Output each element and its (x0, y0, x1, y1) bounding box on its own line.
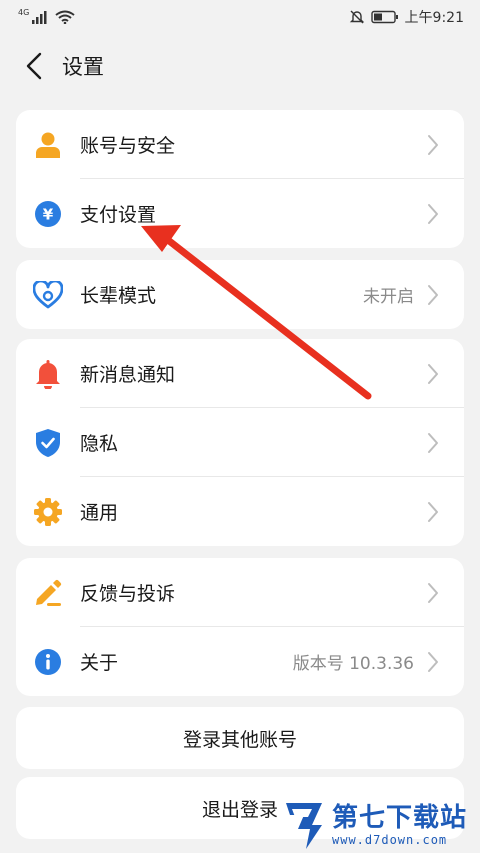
elder-mode-item[interactable]: 长辈模式 未开启 (16, 260, 464, 329)
watermark: 第七下载站 www.d7down.com (282, 796, 480, 853)
about-label: 关于 (80, 652, 119, 674)
switch-account-card: 登录其他账号 (16, 707, 464, 769)
yuan-icon: ¥ (35, 200, 61, 227)
svg-text:¥: ¥ (43, 205, 54, 223)
back-button[interactable] (14, 44, 54, 88)
payment-settings-item[interactable]: ¥ 支付设置 (16, 179, 464, 248)
mute-bell-icon (349, 10, 364, 24)
time-prefix: 上午 (404, 10, 433, 26)
network-type: 4G (18, 7, 30, 17)
settings-group-elder: 长辈模式 未开启 (16, 260, 464, 329)
account-security-item[interactable]: 账号与安全 (16, 110, 464, 179)
settings-group-general: 新消息通知 隐私 通用 (16, 339, 464, 546)
settings-group-support: 反馈与投诉 关于 版本号 10.3.36 (16, 558, 464, 696)
settings-group-account: 账号与安全 ¥ 支付设置 (16, 110, 464, 248)
account-security-label: 账号与安全 (80, 135, 176, 157)
battery-icon (370, 10, 398, 24)
top-bar: 设置 (0, 40, 480, 92)
heart-icon (33, 280, 63, 308)
chevron-right-icon (428, 432, 438, 453)
version-number: 版本号 10.3.36 (292, 654, 414, 674)
payment-settings-label: 支付设置 (80, 204, 157, 226)
general-label: 通用 (80, 502, 119, 524)
chevron-right-icon (428, 582, 438, 603)
chevron-right-icon (428, 363, 438, 384)
switch-account-button[interactable]: 登录其他账号 (16, 707, 464, 769)
watermark-logo (286, 802, 322, 849)
chevron-right-icon (428, 134, 438, 155)
about-item[interactable]: 关于 版本号 10.3.36 (16, 627, 464, 696)
elder-mode-status: 未开启 (363, 287, 414, 307)
person-icon (36, 132, 60, 158)
wifi-icon (55, 10, 75, 24)
shield-icon (36, 428, 60, 457)
feedback-item[interactable]: 反馈与投诉 (16, 558, 464, 627)
bell-icon (36, 359, 60, 389)
chevron-right-icon (428, 203, 438, 224)
watermark-url: www.d7down.com (332, 832, 448, 847)
status-bar: 4G 上午9:21 (0, 0, 480, 34)
gear-icon (34, 497, 62, 526)
feedback-label: 反馈与投诉 (80, 583, 176, 605)
elder-mode-label: 长辈模式 (80, 285, 157, 307)
general-item[interactable]: 通用 (16, 477, 464, 546)
privacy-label: 隐私 (80, 433, 119, 455)
info-icon (35, 648, 61, 675)
watermark-title: 第七下载站 (332, 802, 468, 833)
status-time: 上午9:21 (405, 7, 464, 27)
back-arrow-icon (26, 52, 42, 80)
notifications-item[interactable]: 新消息通知 (16, 339, 464, 408)
chevron-right-icon (428, 651, 438, 672)
chevron-right-icon (428, 501, 438, 522)
notifications-label: 新消息通知 (80, 364, 176, 386)
page-title: 设置 (62, 55, 104, 79)
chevron-right-icon (428, 284, 438, 305)
pencil-icon (36, 579, 62, 606)
signal-icon (32, 11, 47, 24)
time-value: 9:21 (432, 10, 464, 26)
privacy-item[interactable]: 隐私 (16, 408, 464, 477)
